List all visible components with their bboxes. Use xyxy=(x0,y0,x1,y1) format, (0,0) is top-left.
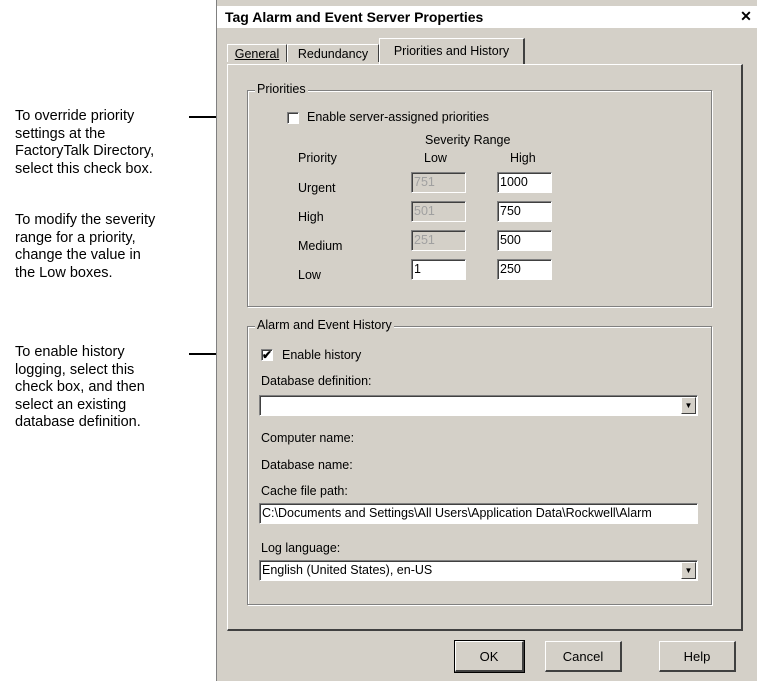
history-group-label: Alarm and Event History xyxy=(255,318,394,332)
properties-dialog: Tag Alarm and Event Server Properties ✕ … xyxy=(216,0,757,681)
priority-name-medium: Medium xyxy=(298,239,343,253)
tab-priorities-and-history[interactable]: Priorities and History xyxy=(379,38,525,64)
enable-history-label[interactable]: Enable history xyxy=(282,348,361,362)
priority-column-heading: Priority xyxy=(298,151,337,165)
priority-name-high: High xyxy=(298,210,324,224)
cache-file-path-input[interactable]: C:\Documents and Settings\All Users\Appl… xyxy=(259,503,698,524)
enable-history-checkbox[interactable]: ✔ xyxy=(261,349,273,361)
close-icon[interactable]: ✕ xyxy=(738,9,754,24)
high-high-field: 750 xyxy=(497,201,552,222)
dialog-title: Tag Alarm and Event Server Properties xyxy=(225,9,484,25)
priorities-group: Priorities Enable server-assigned priori… xyxy=(247,82,712,307)
log-language-dropdown[interactable]: English (United States), en-US ▼ xyxy=(259,560,698,581)
medium-low-field: 251 xyxy=(411,230,466,251)
database-definition-label: Database definition: xyxy=(261,374,372,388)
urgent-low-field: 751 xyxy=(411,172,466,193)
medium-high-field: 500 xyxy=(497,230,552,251)
priority-name-low: Low xyxy=(298,268,321,282)
checkmark-icon: ✔ xyxy=(262,348,273,362)
chevron-down-icon[interactable]: ▼ xyxy=(681,397,696,414)
priorities-group-label: Priorities xyxy=(255,82,308,96)
annotation-severity-range: To modify the severity range for a prior… xyxy=(15,212,156,281)
log-language-value: English (United States), en-US xyxy=(262,563,433,577)
tab-general-label: General xyxy=(234,47,280,61)
title-bar: Tag Alarm and Event Server Properties ✕ xyxy=(217,6,757,28)
database-name-label: Database name: xyxy=(261,458,353,472)
enable-priorities-label[interactable]: Enable server-assigned priorities xyxy=(307,110,489,124)
urgent-high-field: 1000 xyxy=(497,172,552,193)
history-group: Alarm and Event History ✔ Enable history… xyxy=(247,318,712,605)
low-high-field: 250 xyxy=(497,259,552,280)
enable-priorities-checkbox[interactable] xyxy=(287,112,299,124)
database-definition-dropdown[interactable]: ▼ xyxy=(259,395,698,416)
tab-priorities-label: Priorities and History xyxy=(393,44,510,58)
priority-name-urgent: Urgent xyxy=(298,181,336,195)
help-button[interactable]: Help xyxy=(659,641,736,672)
log-language-label: Log language: xyxy=(261,541,341,555)
tab-redundancy[interactable]: Redundancy xyxy=(287,44,379,62)
cancel-button[interactable]: Cancel xyxy=(545,641,622,672)
chevron-down-icon[interactable]: ▼ xyxy=(681,562,696,579)
cache-file-path-label: Cache file path: xyxy=(261,484,348,498)
tab-panel: Priorities Enable server-assigned priori… xyxy=(227,64,743,631)
high-column-heading: High xyxy=(510,151,536,165)
ok-button[interactable]: OK xyxy=(454,640,525,673)
low-low-field[interactable]: 1 xyxy=(411,259,466,280)
tab-general[interactable]: General xyxy=(227,44,287,62)
computer-name-label: Computer name: xyxy=(261,431,355,445)
severity-range-heading: Severity Range xyxy=(425,133,511,147)
annotation-override-priority: To override priority settings at the Fac… xyxy=(15,108,155,177)
annotation-enable-history: To enable history logging, select this c… xyxy=(15,344,145,430)
high-low-field: 501 xyxy=(411,201,466,222)
tab-redundancy-label: Redundancy xyxy=(297,47,369,61)
low-column-heading: Low xyxy=(424,151,447,165)
